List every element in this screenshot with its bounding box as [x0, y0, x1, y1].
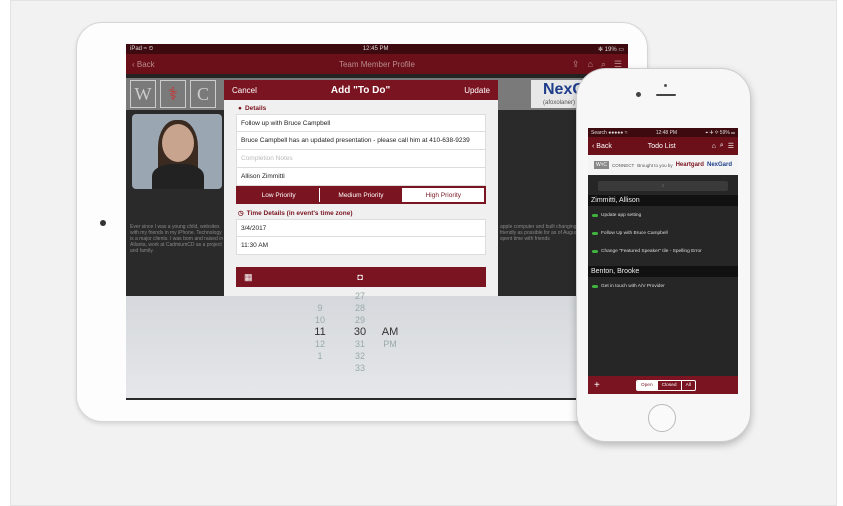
filter-closed[interactable]: Closed — [658, 380, 682, 390]
hour-selected[interactable]: 11 — [310, 326, 330, 338]
minute-option[interactable]: 29 — [350, 314, 370, 326]
hour-column[interactable]: 9 10 11 12 1 — [310, 302, 330, 362]
details-section: ● Details — [224, 100, 498, 114]
page-title: Todo List — [647, 142, 676, 150]
ampm-selected[interactable]: AM — [378, 326, 402, 338]
attachment-bar: ▦ ◘ — [236, 267, 486, 287]
status-time: 12:48 PM — [655, 129, 678, 136]
iphone-camera — [636, 92, 641, 97]
hour-option[interactable]: 10 — [310, 314, 330, 326]
group-header: Zimmitti, Allison — [588, 195, 738, 206]
minute-option[interactable]: 28 — [350, 302, 370, 314]
scan-icon[interactable]: ▦ — [244, 272, 253, 283]
filter-all[interactable]: All — [682, 381, 695, 390]
assignee-field[interactable]: Allison Zimmitti — [236, 168, 486, 186]
check-icon — [592, 213, 598, 217]
check-icon — [592, 249, 598, 253]
time-label: Time Details (in event's time zone) — [246, 209, 353, 217]
menu-icon[interactable]: ☰ — [728, 142, 734, 150]
status-battery: ✻ 19% ▭ — [597, 46, 624, 53]
caduceus-icon: ⚕ — [160, 80, 186, 108]
sponsor-logos: W⚕C CONNECT Brought to you by Heartgard … — [588, 155, 738, 175]
back-button[interactable]: ‹ Back — [132, 60, 155, 69]
wvc-logo-icon: W⚕C — [594, 161, 610, 169]
cancel-button[interactable]: Cancel — [232, 86, 257, 95]
filter-open[interactable]: Open — [636, 380, 658, 390]
time-picker[interactable]: 9 10 11 12 1 27 28 29 30 31 32 33 AM PM — [126, 291, 628, 398]
iphone-status-bar: Search ●●●●● ≈ 12:48 PM ⌖ ✈ ✻ 59% ▭ — [588, 128, 738, 137]
add-todo-modal: Cancel Add "To Do" Update ● Details Follo… — [224, 80, 498, 300]
todo-item[interactable]: Get in touch with A/V Provider — [588, 277, 738, 295]
hour-option[interactable]: 12 — [310, 338, 330, 350]
bio-text-left: Ever since I was a young child, websites… — [130, 224, 224, 254]
nexgard-logo: NexGard — [706, 162, 732, 168]
ampm-option[interactable]: PM — [378, 338, 402, 350]
home-icon[interactable]: ⌂ — [587, 59, 592, 70]
camera-icon[interactable]: ◘ — [358, 272, 363, 282]
completion-notes-field[interactable]: Completion Notes — [236, 150, 486, 168]
ipad-nav-bar: ‹ Back Team Member Profile ⇪ ⌂ ⌕ ☰ — [126, 54, 628, 74]
date-field[interactable]: 3/4/2017 — [236, 219, 486, 237]
iphone-footer: + Open Closed All — [588, 376, 738, 394]
add-button[interactable]: + — [594, 380, 600, 391]
modal-header: Cancel Add "To Do" Update — [224, 80, 498, 100]
todo-label: Follow Up with Bruce Campbell — [601, 230, 668, 236]
time-field[interactable]: 11:30 AM — [236, 237, 486, 255]
profile-photo — [132, 114, 222, 189]
modal-title: Add "To Do" — [330, 84, 391, 96]
banner-letter-2: C — [190, 80, 216, 108]
todo-item[interactable]: Update app setting — [588, 206, 738, 224]
todo-item[interactable]: Change "Featured Speaker" tile - Spellin… — [588, 242, 738, 260]
minute-option[interactable]: 33 — [350, 362, 370, 374]
status-time: 12:45 PM — [362, 46, 389, 52]
todo-item[interactable]: Follow Up with Bruce Campbell — [588, 224, 738, 242]
connect-logo: CONNECT — [612, 162, 635, 168]
check-icon — [592, 231, 598, 235]
priority-selector: Low Priority Medium Priority High Priori… — [236, 186, 486, 204]
todo-label: Change "Featured Speaker" tile - Spellin… — [601, 248, 702, 254]
search-icon[interactable]: ⌕ — [720, 142, 724, 150]
hour-option[interactable]: 9 — [310, 302, 330, 314]
group-header: Benton, Brooke — [588, 266, 738, 277]
hour-option[interactable]: 1 — [310, 350, 330, 362]
ipad-status-bar: iPad ≈ ⏲ 12:45 PM ✻ 19% ▭ — [126, 44, 628, 54]
minute-column[interactable]: 27 28 29 30 31 32 33 — [350, 290, 370, 374]
iphone-screen: Search ●●●●● ≈ 12:48 PM ⌖ ✈ ✻ 59% ▭ ‹ Ba… — [588, 128, 738, 394]
check-icon — [592, 284, 598, 288]
minute-selected[interactable]: 30 — [350, 326, 370, 338]
status-filter: Open Closed All — [635, 379, 696, 391]
home-icon[interactable]: ⌂ — [712, 143, 716, 150]
update-button[interactable]: Update — [464, 86, 490, 95]
page-title: Team Member Profile — [338, 59, 416, 69]
heartgard-logo: Heartgard — [675, 162, 704, 168]
todo-label: Get in touch with A/V Provider — [601, 283, 665, 289]
minute-option[interactable]: 31 — [350, 338, 370, 350]
priority-medium[interactable]: Medium Priority — [320, 188, 403, 202]
ipad-home-button — [100, 220, 106, 226]
status-battery: ⌖ ✈ ✻ 59% ▭ — [705, 129, 735, 136]
minute-option[interactable]: 27 — [350, 290, 370, 302]
iphone-sensor — [664, 84, 667, 87]
clock-icon: ◷ — [238, 210, 244, 217]
back-button[interactable]: ‹ Back — [592, 143, 612, 150]
todo-label: Update app setting — [601, 212, 642, 218]
iphone-speaker — [656, 94, 676, 96]
iphone-home-button — [648, 404, 676, 432]
chat-icon: ● — [238, 105, 242, 112]
minute-option[interactable]: 32 — [350, 350, 370, 362]
search-input[interactable]: ⌕ — [598, 181, 728, 191]
priority-low[interactable]: Low Priority — [238, 188, 321, 202]
todo-description-field[interactable]: Bruce Campbell has an updated presentati… — [236, 132, 486, 150]
status-carrier: Search ●●●●● ≈ — [591, 129, 628, 136]
share-icon[interactable]: ⇪ — [572, 59, 580, 70]
status-carrier: iPad ≈ ⏲ — [130, 45, 154, 52]
banner-letter: W — [130, 80, 156, 108]
todo-title-field[interactable]: Follow up with Bruce Campbell — [236, 114, 486, 132]
priority-high[interactable]: High Priority — [402, 188, 484, 202]
time-section: ◷ Time Details (in event's time zone) — [224, 204, 498, 219]
brought-by: Brought to you by — [637, 162, 673, 168]
details-label: Details — [244, 105, 267, 112]
iphone-nav-bar: ‹ Back Todo List ⌂ ⌕ ☰ — [588, 137, 738, 155]
ampm-column[interactable]: AM PM — [378, 326, 402, 350]
